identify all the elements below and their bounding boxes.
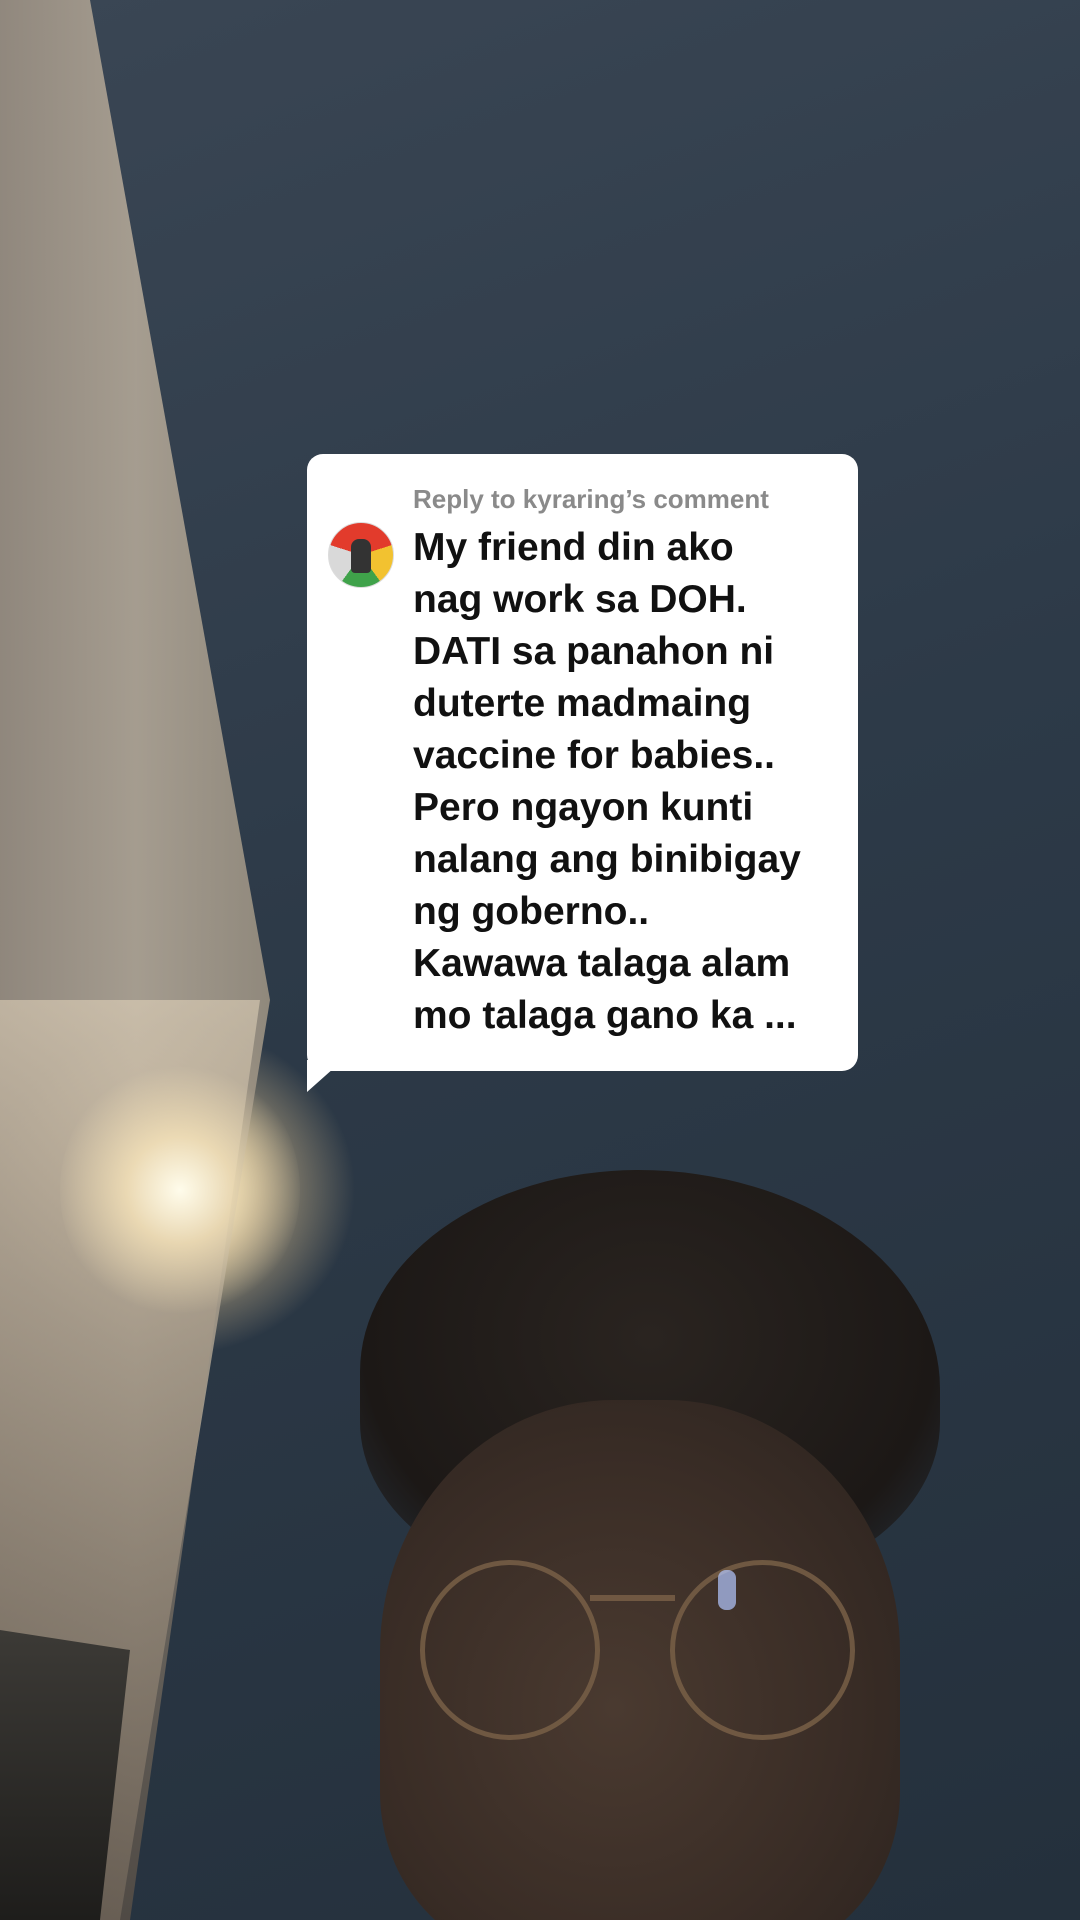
comment-line: Kawawa talaga alam (413, 942, 791, 985)
glasses-bridge (590, 1595, 675, 1601)
comment-line: nag work sa DOH. (413, 578, 747, 621)
comment-line: Pero ngayon kunti (413, 786, 754, 829)
comment-line: DATI sa panahon ni (413, 630, 775, 673)
glasses-left-lens (420, 1560, 600, 1740)
reply-comment-sticker[interactable]: Reply to kyraring’s comment My friend di… (307, 454, 858, 1071)
comment-line: ng goberno.. (413, 890, 650, 933)
light-glare (60, 1060, 300, 1320)
lens-glare (718, 1570, 736, 1610)
user-avatar-icon[interactable] (328, 522, 394, 588)
video-frame: Reply to kyraring’s comment My friend di… (0, 0, 1080, 1920)
comment-line: mo talaga gano ka ... (413, 994, 797, 1037)
comment-line: duterte madmaing (413, 682, 752, 725)
comment-line: My friend din ako (413, 526, 734, 569)
comment-line: vaccine for babies.. (413, 734, 775, 777)
reply-header: Reply to kyraring’s comment (413, 484, 769, 514)
comment-text: My friend din ako nag work sa DOH. DATI … (413, 522, 843, 1042)
comment-line: nalang ang binibigay (413, 838, 801, 881)
glasses-right-lens (670, 1560, 855, 1740)
